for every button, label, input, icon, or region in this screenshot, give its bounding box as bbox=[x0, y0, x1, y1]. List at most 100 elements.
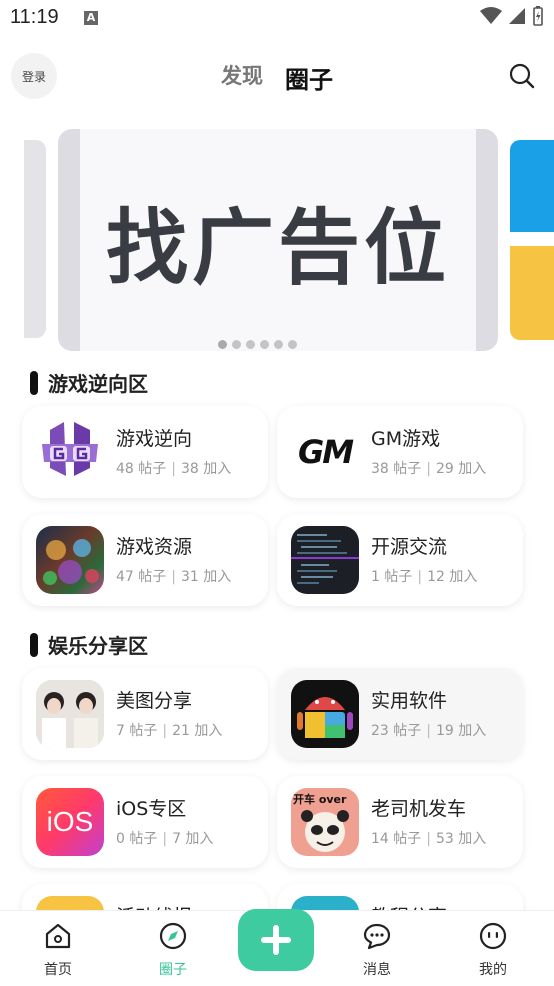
section-marker bbox=[30, 370, 38, 395]
profile-face-icon bbox=[479, 922, 507, 950]
banner-next-slide[interactable] bbox=[510, 140, 554, 340]
circle-card-gm-games[interactable]: GM GM游戏 38 帖子 | 29 加入 bbox=[277, 406, 523, 498]
stats-separator: | bbox=[426, 831, 431, 847]
circle-card-game-resources[interactable]: 游戏资源 47 帖子 | 31 加入 bbox=[22, 514, 268, 606]
card-title: 游戏资源 bbox=[116, 536, 193, 558]
notification-a-icon: A bbox=[84, 11, 98, 25]
photo-girls-icon bbox=[36, 680, 104, 748]
nav-item-messages[interactable]: 消息 bbox=[342, 921, 412, 979]
gm-logo-icon: GM bbox=[291, 418, 359, 486]
card-stats: 23 帖子 | 19 加入 bbox=[371, 720, 486, 740]
post-count: 7 帖子 bbox=[116, 723, 158, 739]
circle-card-ios[interactable]: iOS iOS专区 0 帖子 | 7 加入 bbox=[22, 776, 268, 868]
code-terminal-icon bbox=[291, 526, 359, 594]
nav-label: 我的 bbox=[479, 962, 507, 978]
banner-dot bbox=[218, 340, 227, 349]
stats-separator: | bbox=[171, 569, 176, 585]
card-stats: 1 帖子 | 12 加入 bbox=[371, 566, 477, 586]
section-header-game-reverse: 游戏逆向区 bbox=[30, 368, 148, 397]
join-count: 38 加入 bbox=[180, 461, 232, 477]
post-count: 38 帖子 bbox=[371, 461, 422, 477]
card-stats: 48 帖子 | 38 加入 bbox=[116, 458, 231, 478]
chat-icon bbox=[363, 923, 391, 950]
nav-label: 首页 bbox=[44, 962, 72, 978]
panda-meme-caption: 开车 over bbox=[293, 793, 347, 806]
banner-slide[interactable]: 找广告位 bbox=[58, 129, 498, 351]
next-slide-graphic-top bbox=[510, 140, 554, 232]
wifi-icon bbox=[480, 7, 502, 24]
banner-prev-slide[interactable] bbox=[24, 140, 46, 338]
status-bar: 11:19 A bbox=[0, 0, 554, 38]
banner-dot bbox=[288, 340, 297, 349]
card-stats: 38 帖子 | 29 加入 bbox=[371, 458, 486, 478]
section-marker bbox=[30, 632, 38, 657]
search-icon[interactable] bbox=[508, 62, 536, 90]
banner-dots bbox=[218, 340, 297, 349]
banner-inner: 找广告位 bbox=[80, 129, 476, 351]
post-count: 0 帖子 bbox=[116, 831, 158, 847]
android-logo-icon bbox=[291, 680, 359, 748]
stats-separator: | bbox=[171, 461, 176, 477]
card-title: GM游戏 bbox=[371, 428, 441, 450]
circle-card-useful-software[interactable]: 实用软件 23 帖子 | 19 加入 bbox=[277, 668, 523, 760]
post-count: 47 帖子 bbox=[116, 569, 167, 585]
card-stats: 7 帖子 | 21 加入 bbox=[116, 720, 222, 740]
signal-icon bbox=[509, 8, 525, 24]
section-title: 游戏逆向区 bbox=[48, 372, 148, 396]
gm-logo-text: GM bbox=[297, 433, 354, 471]
nav-label: 消息 bbox=[363, 962, 391, 978]
tab-discover[interactable]: 发现 bbox=[221, 60, 263, 95]
nav-item-me[interactable]: 我的 bbox=[458, 921, 528, 979]
circle-card-game-reverse[interactable]: 游戏逆向 48 帖子 | 38 加入 bbox=[22, 406, 268, 498]
battery-icon bbox=[533, 6, 543, 26]
card-title: 实用软件 bbox=[371, 690, 448, 712]
post-count: 14 帖子 bbox=[371, 831, 422, 847]
home-icon bbox=[45, 923, 71, 949]
circle-card-veteran-driver[interactable]: 开车 over 老司机发车 14 帖子 | 53 加入 bbox=[277, 776, 523, 868]
stats-separator: | bbox=[162, 831, 168, 847]
nav-item-home[interactable]: 首页 bbox=[23, 921, 93, 979]
top-tabs: 发现 圈子 bbox=[0, 60, 554, 95]
stats-separator: | bbox=[417, 569, 423, 585]
stats-separator: | bbox=[426, 461, 431, 477]
card-stats: 0 帖子 | 7 加入 bbox=[116, 828, 213, 848]
card-stats: 14 帖子 | 53 加入 bbox=[371, 828, 486, 848]
banner-dot bbox=[260, 340, 269, 349]
section-title: 娱乐分享区 bbox=[48, 634, 148, 658]
card-title: 游戏逆向 bbox=[116, 428, 193, 450]
bottom-nav: 首页 圈子 消息 我的 bbox=[0, 909, 554, 986]
banner-carousel[interactable]: 找广告位 bbox=[0, 126, 554, 358]
tab-circles[interactable]: 圈子 bbox=[285, 60, 333, 95]
join-count: 21 加入 bbox=[172, 723, 223, 739]
join-count: 31 加入 bbox=[180, 569, 232, 585]
game-art-icon bbox=[36, 526, 104, 594]
game-guardian-icon bbox=[36, 418, 104, 486]
circle-card-open-source[interactable]: 开源交流 1 帖子 | 12 加入 bbox=[277, 514, 523, 606]
ios-logo-text: iOS bbox=[46, 806, 94, 837]
section-header-entertainment: 娱乐分享区 bbox=[30, 630, 148, 659]
status-time: 11:19 bbox=[10, 6, 59, 28]
card-stats: 47 帖子 | 31 加入 bbox=[116, 566, 231, 586]
add-post-button[interactable] bbox=[238, 909, 314, 971]
panda-meme-icon: 开车 over bbox=[291, 788, 359, 856]
join-count: 7 加入 bbox=[172, 831, 214, 847]
card-title: iOS专区 bbox=[116, 798, 187, 820]
banner-dot bbox=[232, 340, 241, 349]
nav-label: 圈子 bbox=[159, 962, 187, 978]
status-icons bbox=[480, 6, 544, 26]
join-count: 29 加入 bbox=[435, 461, 487, 477]
join-count: 12 加入 bbox=[427, 569, 478, 585]
header: 登录 发现 圈子 bbox=[0, 50, 554, 102]
card-title: 开源交流 bbox=[371, 536, 448, 558]
stats-separator: | bbox=[426, 723, 431, 739]
next-slide-graphic-bottom bbox=[510, 246, 554, 340]
post-count: 48 帖子 bbox=[116, 461, 167, 477]
compass-icon bbox=[159, 922, 187, 950]
card-title: 老司机发车 bbox=[371, 798, 467, 820]
join-count: 19 加入 bbox=[435, 723, 487, 739]
plus-icon bbox=[261, 925, 291, 955]
stats-separator: | bbox=[162, 723, 168, 739]
ios-logo-icon: iOS bbox=[36, 788, 104, 856]
circle-card-photo-share[interactable]: 美图分享 7 帖子 | 21 加入 bbox=[22, 668, 268, 760]
nav-item-circles[interactable]: 圈子 bbox=[138, 921, 208, 979]
